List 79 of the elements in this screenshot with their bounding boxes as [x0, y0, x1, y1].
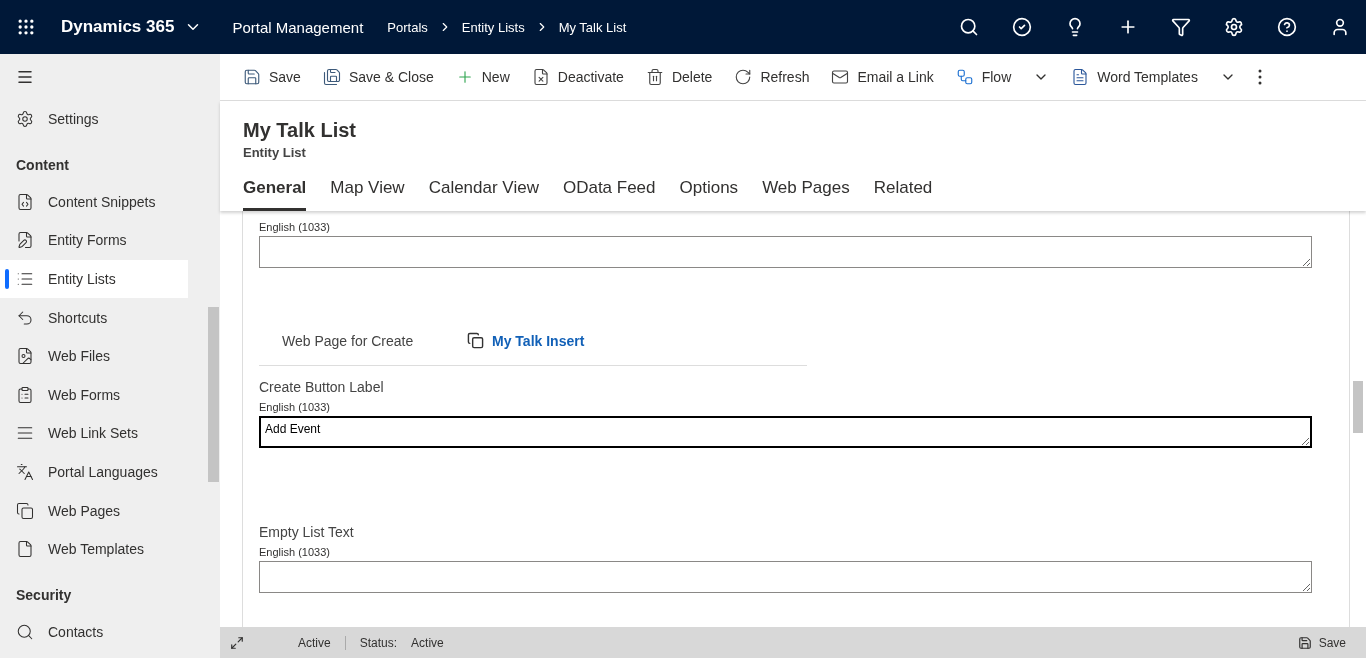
field-label: Web Page for Create — [282, 332, 415, 349]
web-file-icon — [16, 347, 34, 366]
language-label: English (1033) — [259, 401, 331, 413]
tab[interactable]: Web Pages — [762, 178, 850, 211]
sidebar-item[interactable]: Web Link Sets — [0, 414, 188, 453]
record-title: My Talk List — [243, 119, 357, 142]
tab[interactable]: OData Feed — [562, 178, 656, 211]
command-button[interactable]: Email a Link — [820, 54, 945, 100]
sidebar-item[interactable]: Entity Lists — [0, 259, 188, 299]
filter-icon — [1170, 17, 1191, 37]
status-label: Status: — [358, 635, 398, 650]
tab[interactable]: Calendar View — [428, 178, 539, 211]
task-icon — [1011, 17, 1032, 37]
entity-name: Entity List — [243, 145, 307, 160]
email-icon — [831, 68, 850, 86]
sidebar-heading: Content — [15, 155, 70, 175]
command-button[interactable]: Deactivate — [520, 54, 635, 100]
sidebar-item[interactable]: Web Pages — [0, 491, 188, 530]
sidebar-item[interactable]: Portal Languages — [0, 452, 188, 492]
shortcut-icon — [16, 308, 34, 327]
save-icon — [1297, 635, 1312, 650]
record-state: Active — [284, 635, 346, 650]
sidebar-item[interactable]: Content Snippets — [0, 182, 188, 222]
command-button[interactable]: New — [444, 54, 521, 100]
input-field[interactable]: Add Event — [259, 416, 1313, 448]
trash-icon — [645, 68, 664, 86]
more-icon — [1257, 69, 1262, 85]
settings-icon — [16, 110, 34, 129]
command-button[interactable]: Flow — [944, 54, 1061, 100]
command-button[interactable]: Save — [232, 54, 312, 100]
language-label: English (1033) — [259, 221, 331, 233]
language-icon — [16, 463, 34, 482]
area-name: Portal Management — [232, 18, 364, 36]
page-icon — [16, 540, 34, 559]
sidebar-item[interactable]: Web Forms — [0, 375, 188, 415]
input-field[interactable] — [259, 561, 1313, 593]
flow-icon — [955, 68, 974, 86]
edit-form-icon — [16, 231, 34, 250]
app-name: Dynamics 365 — [61, 17, 175, 37]
command-button[interactable]: Word Templates — [1060, 54, 1247, 100]
save-close-icon — [322, 68, 341, 86]
command-button[interactable]: Save & Close — [311, 54, 445, 100]
breadcrumb-link[interactable]: Entity Lists — [461, 19, 525, 35]
pages-icon — [16, 501, 34, 520]
save-button[interactable]: Save — [1291, 634, 1352, 651]
form-icon — [16, 385, 34, 404]
sidebar-heading: Security — [15, 585, 73, 605]
word-icon — [1071, 68, 1090, 86]
deactivate-icon — [531, 68, 550, 86]
status-value: Active — [410, 635, 445, 650]
tab[interactable]: Map View — [330, 178, 405, 211]
menu-icon — [16, 68, 34, 86]
sidebar-item[interactable]: Settings — [0, 100, 188, 139]
command-button[interactable]: Delete — [634, 54, 724, 100]
save-icon — [243, 68, 261, 86]
search-icon — [16, 622, 34, 641]
input-field[interactable] — [259, 236, 1313, 268]
field-label: Create Button Label — [259, 379, 385, 395]
sidebar-item[interactable]: Entity Forms — [0, 221, 188, 260]
settings-icon — [1223, 17, 1244, 37]
sidebar-item[interactable]: Shortcuts — [0, 298, 188, 337]
web-page-icon — [467, 332, 484, 349]
tab[interactable]: Related — [873, 178, 933, 211]
sidebar-item[interactable]: Web Files — [0, 336, 188, 376]
expand-icon[interactable] — [230, 635, 244, 650]
help-icon — [1276, 17, 1297, 37]
code-file-icon — [16, 192, 34, 211]
field-label: Empty List Text — [259, 524, 355, 540]
breadcrumb-link[interactable]: My Talk List — [558, 19, 627, 35]
refresh-icon — [734, 68, 753, 86]
grid-icon — [16, 17, 36, 37]
language-label: English (1033) — [259, 546, 331, 558]
tab[interactable]: Options — [679, 178, 739, 211]
command-button[interactable]: Refresh — [723, 54, 821, 100]
sidebar-item[interactable]: Contacts — [0, 612, 188, 652]
breadcrumb-link[interactable]: Portals — [387, 19, 428, 35]
lookup-link[interactable]: My Talk Insert — [467, 332, 585, 349]
sidebar-item[interactable]: Web Templates — [0, 529, 188, 569]
search-icon — [958, 17, 979, 37]
